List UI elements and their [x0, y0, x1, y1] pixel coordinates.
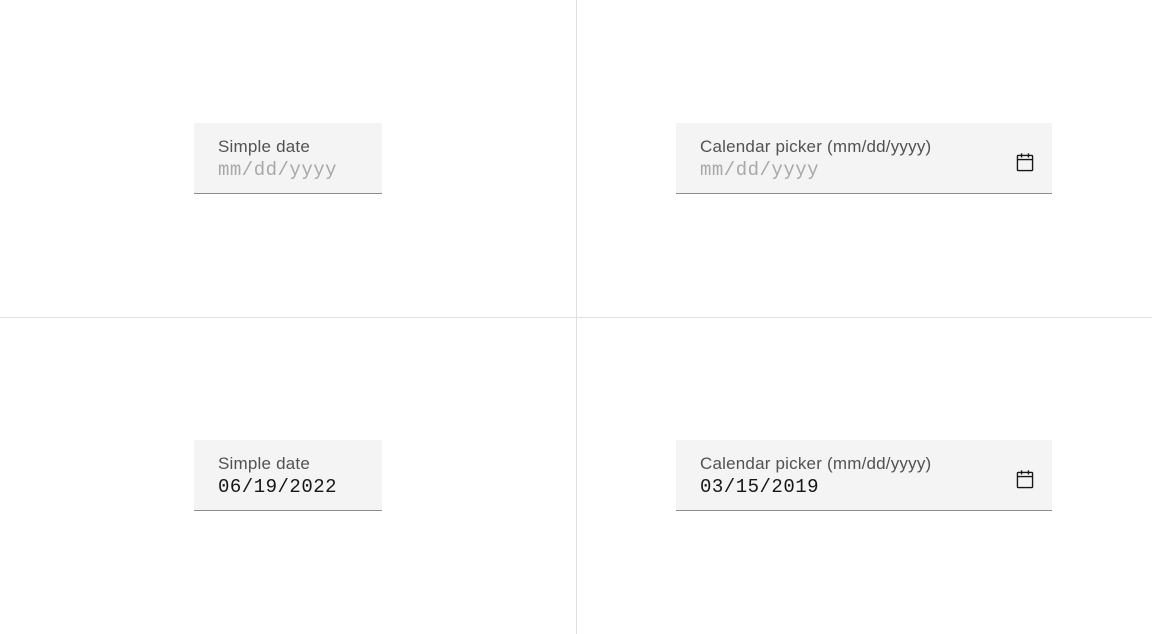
- field-placeholder: mm/dd/yyyy: [218, 159, 337, 181]
- field-label: Simple date: [218, 454, 337, 474]
- field-content: Calendar picker (mm/dd/yyyy) mm/dd/yyyy: [700, 137, 931, 181]
- calendar-picker-field-empty[interactable]: Calendar picker (mm/dd/yyyy) mm/dd/yyyy: [676, 123, 1052, 194]
- cell-top-left: Simple date mm/dd/yyyy: [0, 0, 576, 317]
- horizontal-divider: [0, 317, 1152, 318]
- calendar-icon[interactable]: [1014, 152, 1036, 181]
- field-value: 03/15/2019: [700, 476, 931, 498]
- calendar-icon[interactable]: [1014, 469, 1036, 498]
- field-label: Calendar picker (mm/dd/yyyy): [700, 137, 931, 157]
- cell-bottom-right: Calendar picker (mm/dd/yyyy) 03/15/2019: [576, 317, 1152, 634]
- cell-bottom-left: Simple date 06/19/2022: [0, 317, 576, 634]
- field-content: Simple date mm/dd/yyyy: [218, 137, 337, 181]
- simple-date-field-filled[interactable]: Simple date 06/19/2022: [194, 440, 382, 511]
- simple-date-field-empty[interactable]: Simple date mm/dd/yyyy: [194, 123, 382, 194]
- cell-top-right: Calendar picker (mm/dd/yyyy) mm/dd/yyyy: [576, 0, 1152, 317]
- field-content: Calendar picker (mm/dd/yyyy) 03/15/2019: [700, 454, 931, 498]
- field-placeholder: mm/dd/yyyy: [700, 159, 931, 181]
- field-content: Simple date 06/19/2022: [218, 454, 337, 498]
- field-label: Calendar picker (mm/dd/yyyy): [700, 454, 931, 474]
- field-label: Simple date: [218, 137, 337, 157]
- calendar-picker-field-filled[interactable]: Calendar picker (mm/dd/yyyy) 03/15/2019: [676, 440, 1052, 511]
- field-value: 06/19/2022: [218, 476, 337, 498]
